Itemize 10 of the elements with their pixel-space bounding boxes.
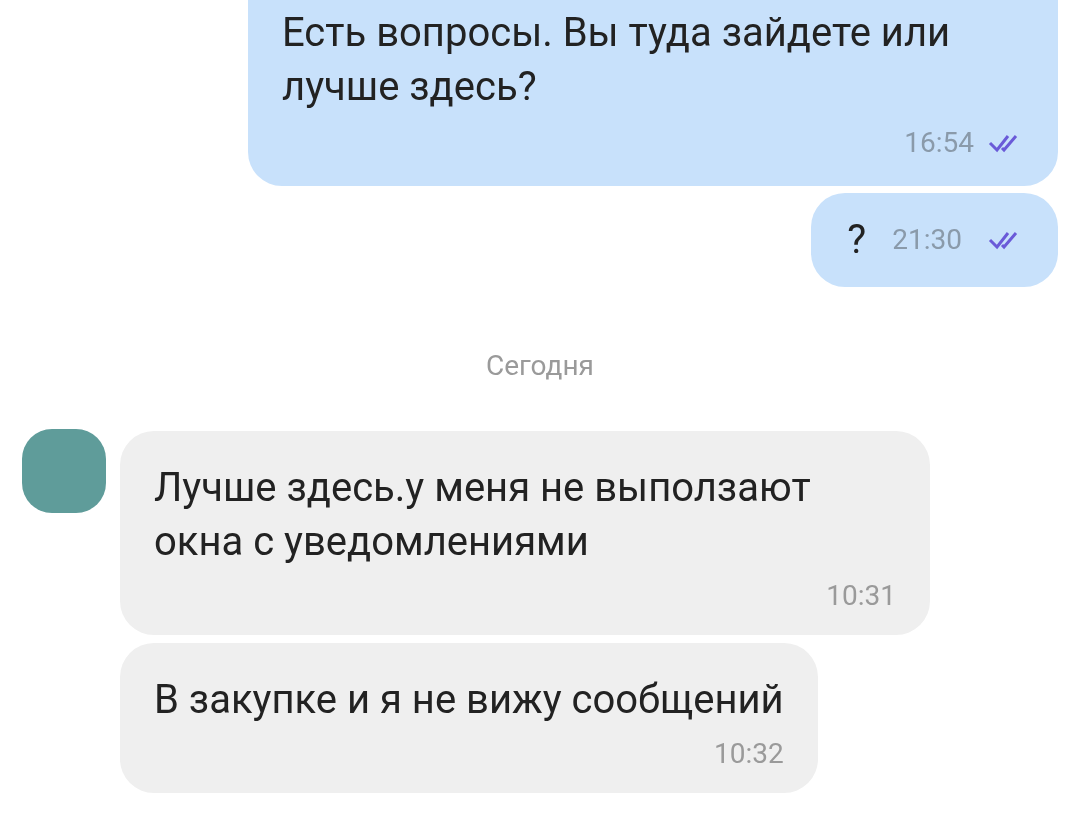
message-time: 21:30 (892, 222, 962, 258)
message-time: 16:54 (904, 125, 974, 161)
avatar-photo-placeholder[interactable] (22, 429, 106, 513)
message-text: ? (847, 215, 867, 265)
message-time: 10:31 (826, 578, 896, 614)
message-text: Есть вопросы. Вы туда зайдете или лучше здесь? (282, 8, 952, 112)
message-text: Лучше здесь.у меня не выползают окна с уведомлениями (154, 463, 812, 567)
message-time: 10:32 (713, 736, 784, 772)
date-separator: Сегодня (486, 348, 594, 384)
message-text: В закупке и я не вижу сообщений (154, 675, 784, 725)
